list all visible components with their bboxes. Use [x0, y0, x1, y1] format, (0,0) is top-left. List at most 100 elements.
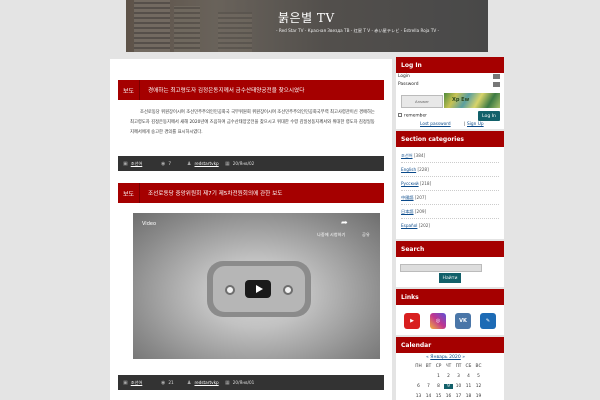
- calendar-day[interactable]: 17: [454, 394, 463, 399]
- post-meta-category-link[interactable]: 조선어: [131, 156, 143, 171]
- category-link[interactable]: 日本語: [401, 209, 414, 214]
- category-item[interactable]: 中國語 [207]: [401, 191, 499, 205]
- category-item[interactable]: Español [202]: [401, 219, 499, 233]
- calendar-day[interactable]: 19: [474, 394, 483, 399]
- search-panel: Найти: [396, 257, 504, 287]
- calendar-day[interactable]: 7: [424, 384, 433, 389]
- post-meta-author-link[interactable]: redstartvkp: [194, 375, 218, 390]
- calendar-day[interactable]: 4: [464, 374, 473, 379]
- category-link[interactable]: English: [401, 167, 416, 172]
- post-meta-category[interactable]: ▣ 조선어: [123, 375, 142, 390]
- calendar-day[interactable]: 1: [434, 374, 443, 379]
- calendar-day[interactable]: 2: [444, 374, 453, 379]
- sign-up-link[interactable]: Sign Up: [467, 122, 484, 127]
- post-meta-category[interactable]: ▣ 조선어: [123, 156, 142, 171]
- video-thumbnail-dot: [225, 285, 235, 295]
- post-title-link[interactable]: 조선로동당 중앙위원회 제7기 제5차전원회의에 관한 보도: [148, 183, 282, 203]
- calendar-next-button[interactable]: »: [462, 355, 465, 360]
- site-header: 붉은별 TV - Red Star TV - Красная Звезда ТВ…: [126, 0, 488, 52]
- remember-checkbox[interactable]: remember: [398, 113, 427, 119]
- calendar-weekday: ВТ: [425, 364, 432, 369]
- sidebar: Log In Login Password Answer Xp Ew remem…: [396, 57, 504, 400]
- category-link[interactable]: Русский: [401, 181, 419, 186]
- login-heading: Log In: [396, 57, 504, 73]
- post-title-link[interactable]: 경애하는 최고령도자 김정은동지께서 금수산태양궁전을 찾으시였다: [148, 80, 304, 100]
- captcha-answer-input[interactable]: Answer: [401, 95, 443, 108]
- calendar-month-link[interactable]: Январь 2020: [430, 355, 461, 360]
- youtube-icon[interactable]: ▶: [404, 313, 420, 329]
- search-input[interactable]: [400, 264, 482, 272]
- calendar-day[interactable]: 5: [474, 374, 483, 379]
- calendar-day[interactable]: 13: [414, 394, 423, 399]
- lost-password-link[interactable]: Lost password: [420, 122, 451, 127]
- post-meta-comment-count: 7: [168, 161, 172, 166]
- post-meta-author[interactable]: ♟ redstartvkp: [187, 156, 219, 171]
- calendar-day[interactable]: 10: [454, 384, 463, 389]
- post-category[interactable]: 보도: [118, 80, 140, 100]
- post-meta-comment-count: 21: [168, 380, 174, 385]
- livejournal-icon[interactable]: ✎: [480, 313, 496, 329]
- category-item[interactable]: Русский [218]: [401, 177, 499, 191]
- categories-panel: 조선어 [384] English [228] Русский [218] 中國…: [396, 147, 504, 239]
- calendar-day[interactable]: 16: [444, 394, 453, 399]
- login-label: Login: [398, 74, 410, 79]
- calendar-weekday: ПТ: [455, 364, 462, 369]
- calendar-weekday: ПН: [415, 364, 422, 369]
- header-photo-tint: [126, 0, 488, 52]
- share-button[interactable]: 공유: [362, 232, 370, 238]
- search-button[interactable]: Найти: [439, 273, 461, 283]
- vk-icon[interactable]: VK: [455, 313, 471, 329]
- calendar-icon: ▦: [225, 379, 230, 386]
- login-button[interactable]: Log In: [478, 111, 500, 121]
- post-meta-date-text: 20/Янв/01: [232, 380, 255, 385]
- category-count: [218]: [419, 181, 432, 186]
- calendar-day[interactable]: 9: [444, 384, 453, 389]
- calendar-week-row: 13 14 15 16 17 18 19: [414, 394, 486, 400]
- post-meta-author-link[interactable]: redstartvkp: [194, 156, 218, 171]
- captcha-text: Xp Ew: [452, 97, 470, 103]
- calendar-prev-button[interactable]: «: [426, 355, 429, 360]
- category-item[interactable]: English [228]: [401, 163, 499, 177]
- calendar-weekday: СБ: [465, 364, 472, 369]
- category-count: [228]: [417, 167, 429, 172]
- post-meta-bar: ▣ 조선어 ◉ 7 ♟ redstartvkp ▦ 20/Янв/02: [118, 156, 384, 171]
- calendar-day[interactable]: 3: [454, 374, 463, 379]
- calendar-day[interactable]: 15: [434, 394, 443, 399]
- login-panel: Login Password Answer Xp Ew remember Log…: [396, 73, 504, 129]
- category-item[interactable]: 조선어 [384]: [401, 149, 499, 163]
- category-link[interactable]: 조선어: [401, 153, 413, 158]
- password-field[interactable]: [493, 82, 500, 87]
- category-link[interactable]: Español: [401, 223, 417, 228]
- category-link[interactable]: 中國語: [401, 195, 414, 200]
- share-icon[interactable]: ➦: [341, 218, 348, 227]
- site-title[interactable]: 붉은별 TV: [278, 9, 335, 26]
- instagram-icon[interactable]: ◎: [430, 313, 446, 329]
- category-count: [202]: [418, 223, 431, 228]
- site-subtitle: - Red Star TV - Красная Звезда ТВ - 红星 T…: [276, 28, 440, 33]
- post-body: 조선로동당 위원장이시며 조선민주주의인민공화국 국무위원회 위원장이시며 조선…: [130, 110, 375, 135]
- calendar-day[interactable]: 18: [464, 394, 473, 399]
- category-count: [384]: [413, 153, 426, 158]
- post-meta-comments[interactable]: ◉ 21: [161, 375, 174, 390]
- post-meta-comments[interactable]: ◉ 7: [161, 156, 171, 171]
- folder-icon: ▣: [123, 160, 128, 167]
- calendar-day[interactable]: 14: [424, 394, 433, 399]
- video-title[interactable]: Video: [142, 221, 156, 227]
- login-field[interactable]: [493, 74, 500, 79]
- watch-later-button[interactable]: 나중에 시청하기: [317, 232, 345, 238]
- category-item[interactable]: 日本語 [209]: [401, 205, 499, 219]
- calendar-week-row: 1 2 3 4 5: [414, 374, 486, 384]
- post-category[interactable]: 보도: [118, 183, 140, 203]
- post-meta-author[interactable]: ♟ redstartvkp: [187, 375, 219, 390]
- post-meta-date: ▦ 20/Янв/01: [225, 375, 254, 390]
- checkbox-icon[interactable]: [398, 113, 402, 117]
- video-player[interactable]: Video ➦ 나중에 시청하기 공유: [133, 213, 380, 359]
- play-button[interactable]: [245, 280, 271, 298]
- post-meta-category-link[interactable]: 조선어: [131, 375, 143, 390]
- calendar-day[interactable]: 8: [434, 384, 443, 389]
- calendar-day[interactable]: 12: [474, 384, 483, 389]
- calendar-heading: Calendar: [396, 337, 504, 353]
- remember-label: remember: [404, 113, 427, 119]
- calendar-day[interactable]: 11: [464, 384, 473, 389]
- calendar-day[interactable]: 6: [414, 384, 423, 389]
